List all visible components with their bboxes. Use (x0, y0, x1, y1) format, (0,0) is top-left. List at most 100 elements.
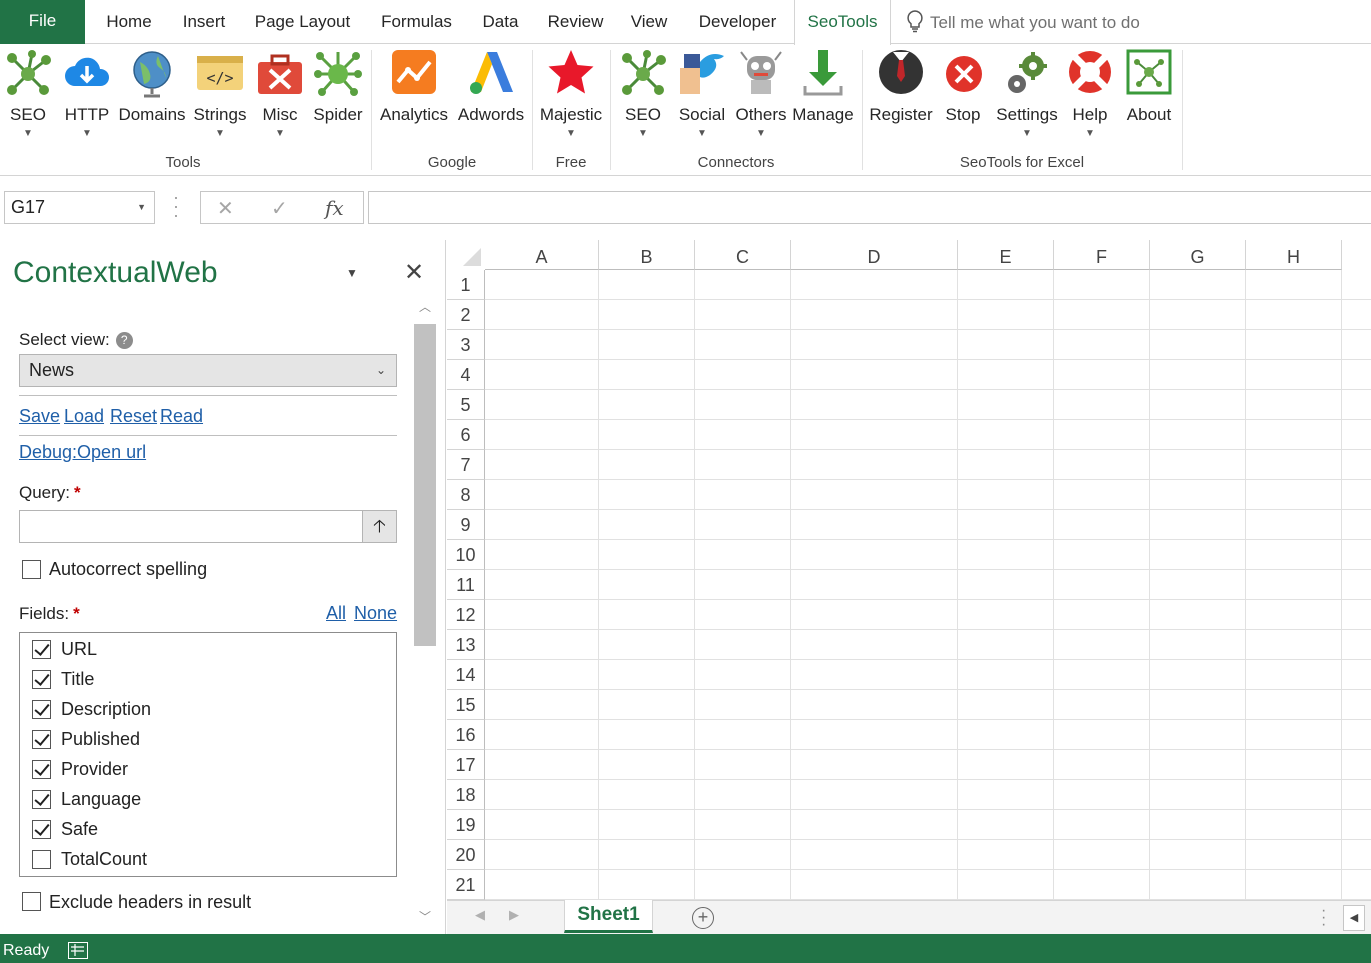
row-header[interactable]: 13 (447, 630, 485, 660)
register-button[interactable]: Register (867, 48, 935, 148)
row-header[interactable]: 15 (447, 690, 485, 720)
row-header[interactable]: 16 (447, 720, 485, 750)
row-header[interactable]: 1 (447, 270, 485, 300)
macro-recording-icon[interactable] (68, 942, 88, 959)
column-header[interactable]: G (1150, 240, 1246, 270)
save-link[interactable]: Save (19, 406, 60, 427)
row-header[interactable]: 18 (447, 780, 485, 810)
close-icon[interactable]: ✕ (404, 258, 424, 287)
column-header[interactable]: B (599, 240, 695, 270)
field-checkbox[interactable] (32, 670, 51, 689)
row-header[interactable]: 10 (447, 540, 485, 570)
chevron-down-icon[interactable]: ▼ (137, 192, 146, 223)
help-button[interactable]: Help ▼ (1066, 48, 1114, 148)
field-checkbox[interactable] (32, 640, 51, 659)
strings-button[interactable]: </> Strings ▼ (190, 48, 250, 148)
misc-button[interactable]: Misc ▼ (256, 48, 304, 148)
upload-arrow-icon[interactable]: 🡡 (362, 510, 397, 543)
column-header[interactable]: F (1054, 240, 1150, 270)
tab-data[interactable]: Data (472, 0, 529, 44)
more-vertical-icon[interactable]: · · · (173, 188, 179, 224)
query-input[interactable] (19, 510, 363, 543)
spider-button[interactable]: Spider (310, 48, 366, 148)
reset-link[interactable]: Reset (110, 406, 157, 427)
prev-sheet-icon[interactable]: ◀ (475, 907, 485, 923)
tab-view[interactable]: View (621, 0, 677, 44)
about-button[interactable]: About (1120, 48, 1178, 148)
row-header[interactable]: 8 (447, 480, 485, 510)
scroll-up-icon[interactable]: ︿ (412, 298, 438, 320)
manage-button[interactable]: Manage (790, 48, 856, 148)
scroll-down-icon[interactable]: ﹀ (412, 908, 438, 930)
field-checkbox[interactable] (32, 820, 51, 839)
row-header[interactable]: 5 (447, 390, 485, 420)
tab-insert[interactable]: Insert (172, 0, 236, 44)
tell-me-search[interactable]: Tell me what you want to do (906, 0, 1140, 44)
settings-button[interactable]: Settings ▼ (992, 48, 1062, 148)
tab-page-layout[interactable]: Page Layout (245, 0, 360, 44)
stop-button[interactable]: Stop (940, 48, 986, 148)
column-header[interactable]: E (958, 240, 1054, 270)
row-header[interactable]: 14 (447, 660, 485, 690)
tab-file[interactable]: File (0, 0, 85, 44)
tab-seotools[interactable]: SeoTools (794, 0, 891, 45)
debug-open-url-link[interactable]: Debug:Open url (19, 442, 146, 463)
adwords-button[interactable]: Adwords (455, 48, 527, 148)
domains-button[interactable]: Domains (116, 48, 188, 148)
sheet-tab-sheet1[interactable]: Sheet1 (564, 900, 653, 933)
row-header[interactable]: 11 (447, 570, 485, 600)
field-checkbox[interactable] (32, 790, 51, 809)
add-sheet-icon[interactable]: + (692, 907, 714, 929)
social-button[interactable]: Social ▼ (676, 48, 728, 148)
column-header[interactable]: H (1246, 240, 1342, 270)
majestic-button[interactable]: Majestic ▼ (537, 48, 605, 148)
analytics-button[interactable]: Analytics (376, 48, 452, 148)
column-header[interactable]: A (485, 240, 599, 270)
next-sheet-icon[interactable]: ▶ (509, 907, 519, 923)
enter-check-icon[interactable]: ✓ (271, 196, 288, 221)
others-button[interactable]: Others ▼ (732, 48, 790, 148)
field-checkbox[interactable] (32, 700, 51, 719)
row-header[interactable]: 12 (447, 600, 485, 630)
help-icon[interactable]: ? (115, 332, 133, 349)
seo-button[interactable]: SEO ▼ (3, 48, 53, 148)
insert-function-icon[interactable]: fx (325, 196, 344, 220)
field-checkbox[interactable] (32, 730, 51, 749)
chevron-down-icon[interactable]: ▼ (346, 266, 358, 280)
scroll-thumb[interactable] (414, 324, 436, 646)
cancel-icon[interactable]: ✕ (217, 196, 234, 221)
tab-home[interactable]: Home (93, 0, 165, 44)
row-header[interactable]: 9 (447, 510, 485, 540)
column-header[interactable]: D (791, 240, 958, 270)
fields-none-link[interactable]: None (354, 603, 397, 624)
autocorrect-checkbox[interactable] (22, 560, 41, 579)
column-header[interactable]: C (695, 240, 791, 270)
view-select[interactable]: News ⌄ (19, 354, 397, 387)
row-header[interactable]: 17 (447, 750, 485, 780)
row-header[interactable]: 20 (447, 840, 485, 870)
pane-scrollbar[interactable]: ︿ ﹀ (412, 298, 438, 932)
row-header[interactable]: 21 (447, 870, 485, 900)
field-checkbox[interactable] (32, 850, 51, 869)
connectors-seo-button[interactable]: SEO ▼ (618, 48, 668, 148)
row-header[interactable]: 19 (447, 810, 485, 840)
scroll-left-icon[interactable]: ◀ (1343, 905, 1365, 931)
load-link[interactable]: Load (64, 406, 104, 427)
select-all-corner[interactable] (447, 240, 485, 270)
field-checkbox[interactable] (32, 760, 51, 779)
formula-input[interactable] (368, 191, 1371, 224)
row-header[interactable]: 7 (447, 450, 485, 480)
http-button[interactable]: HTTP ▼ (62, 48, 112, 148)
fields-all-link[interactable]: All (326, 603, 346, 624)
spreadsheet-grid[interactable]: A B C D E F G H 1 2 3 4 5 6 7 8 9 10 11 12 13 14 15 16 17 18 19 20 2… (447, 240, 1371, 900)
tab-formulas[interactable]: Formulas (370, 0, 463, 44)
exclude-headers-checkbox[interactable] (22, 892, 41, 911)
row-header[interactable]: 4 (447, 360, 485, 390)
row-header[interactable]: 3 (447, 330, 485, 360)
more-vertical-icon[interactable]: · · · (1321, 903, 1327, 933)
row-header[interactable]: 2 (447, 300, 485, 330)
tab-review[interactable]: Review (538, 0, 613, 44)
read-link[interactable]: Read (160, 406, 203, 427)
tab-developer[interactable]: Developer (687, 0, 788, 44)
name-box[interactable]: G17 ▼ (4, 191, 155, 224)
